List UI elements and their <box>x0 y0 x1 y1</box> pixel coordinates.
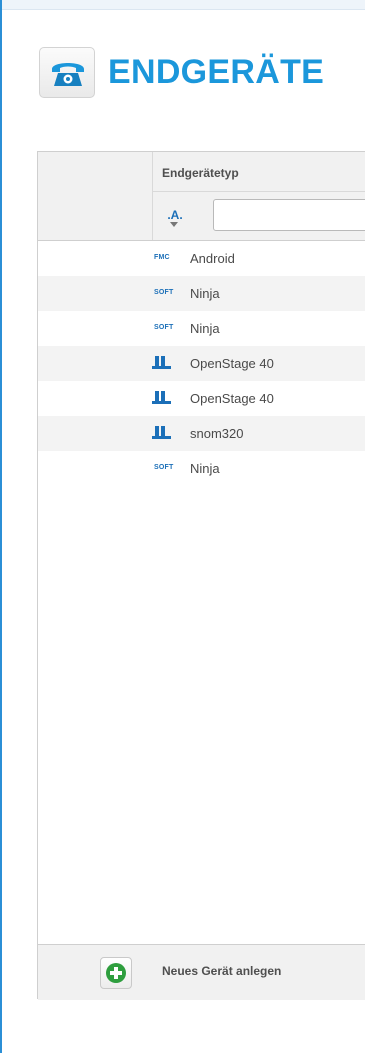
device-name: snom320 <box>190 426 244 441</box>
telephone-icon <box>52 63 84 86</box>
list-item[interactable]: SOFT Ninja <box>38 276 365 311</box>
list-item[interactable]: FMC Android <box>38 241 365 276</box>
device-type-filter-input[interactable] <box>213 199 365 231</box>
device-name: Android <box>190 251 235 266</box>
page-title: ENDGERÄTE <box>108 53 325 91</box>
chevron-down-icon <box>170 222 178 227</box>
device-name: OpenStage 40 <box>190 391 274 406</box>
list-item[interactable]: snom320 <box>38 416 365 451</box>
window-top-strip <box>0 0 365 10</box>
device-name: Ninja <box>190 321 220 336</box>
grid-header: Endgerätetyp .A. <box>38 152 365 241</box>
desk-phone-icon <box>152 391 171 404</box>
soft-badge-icon: SOFT <box>154 464 174 471</box>
desk-phone-icon <box>152 356 171 369</box>
sort-label: .A. <box>167 208 183 222</box>
list-item[interactable]: SOFT Ninja <box>38 311 365 346</box>
device-name: Ninja <box>190 286 220 301</box>
soft-badge-icon: SOFT <box>154 289 174 296</box>
filter-sort-toggle[interactable]: .A. <box>166 208 184 230</box>
grid-footer: Neues Gerät anlegen <box>38 944 365 1000</box>
devices-grid: Endgerätetyp .A. FMC Android SOFT Ninja … <box>37 151 365 1000</box>
list-item[interactable]: SOFT Ninja <box>38 451 365 486</box>
desk-phone-icon <box>152 426 171 439</box>
device-name: Ninja <box>190 461 220 476</box>
header-divider <box>153 191 365 192</box>
column-header-device-type[interactable]: Endgerätetyp <box>162 166 239 180</box>
device-name: OpenStage 40 <box>190 356 274 371</box>
soft-badge-icon: SOFT <box>154 324 174 331</box>
page-icon-box <box>39 47 95 98</box>
list-item[interactable]: OpenStage 40 <box>38 381 365 416</box>
fmc-badge-icon: FMC <box>154 254 170 261</box>
grid-header-left-column <box>38 152 153 240</box>
list-item[interactable]: OpenStage 40 <box>38 346 365 381</box>
add-device-label[interactable]: Neues Gerät anlegen <box>162 964 281 978</box>
device-list: FMC Android SOFT Ninja SOFT Ninja OpenSt… <box>38 241 365 486</box>
add-device-button[interactable] <box>100 957 132 989</box>
add-circle-icon <box>106 963 126 983</box>
window-left-border <box>0 0 2 1053</box>
